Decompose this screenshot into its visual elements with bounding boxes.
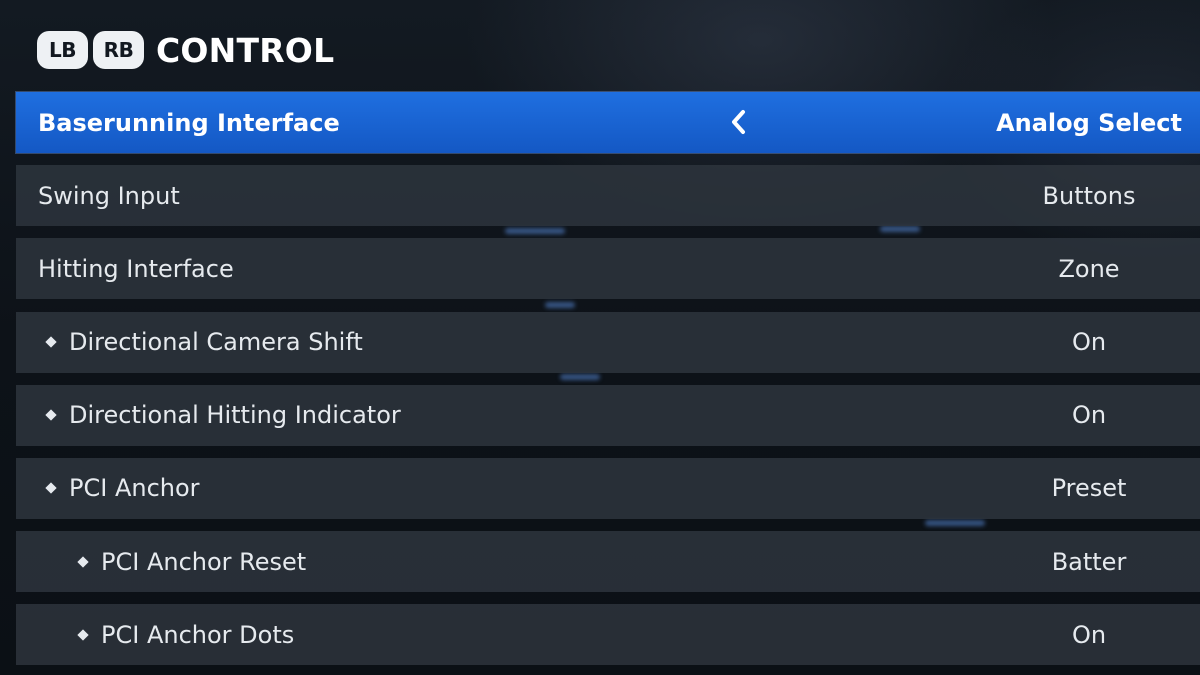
page-title: CONTROL bbox=[156, 30, 335, 70]
setting-row-pci-anchor-dots[interactable]: PCI Anchor Dots On bbox=[16, 604, 1200, 666]
rb-bumper-button[interactable]: RB bbox=[93, 31, 144, 69]
setting-row-pci-anchor[interactable]: PCI Anchor Preset bbox=[16, 457, 1200, 519]
setting-row-directional-camera-shift[interactable]: Directional Camera Shift On bbox=[16, 311, 1200, 373]
setting-label: Baserunning Interface bbox=[38, 108, 340, 137]
setting-row-pci-anchor-reset[interactable]: PCI Anchor Reset Batter bbox=[16, 531, 1200, 593]
diamond-bullet-icon bbox=[45, 336, 57, 348]
diamond-bullet-icon bbox=[45, 482, 57, 495]
setting-row-swing-input[interactable]: Swing Input Buttons bbox=[16, 165, 1200, 227]
setting-label: Directional Camera Shift bbox=[69, 328, 363, 357]
page-header: LB RB CONTROL bbox=[37, 28, 334, 72]
setting-label: Swing Input bbox=[38, 181, 180, 210]
setting-value: Buttons bbox=[1042, 181, 1136, 210]
setting-value: Preset bbox=[1051, 474, 1127, 503]
setting-value: Zone bbox=[1058, 254, 1120, 283]
setting-row-hitting-interface[interactable]: Hitting Interface Zone bbox=[16, 238, 1200, 300]
setting-label: PCI Anchor Reset bbox=[101, 547, 307, 576]
setting-label: PCI Anchor bbox=[69, 474, 200, 503]
setting-label: PCI Anchor Dots bbox=[101, 620, 295, 649]
setting-value: Analog Select bbox=[996, 108, 1182, 137]
setting-value: On bbox=[1071, 620, 1107, 649]
lb-bumper-button[interactable]: LB bbox=[37, 31, 88, 69]
diamond-bullet-icon bbox=[77, 629, 89, 641]
setting-row-directional-hitting-indicator[interactable]: Directional Hitting Indicator On bbox=[16, 384, 1200, 446]
diamond-bullet-icon bbox=[77, 555, 89, 568]
setting-row-baserunning-interface[interactable]: Baserunning Interface Analog Select bbox=[16, 92, 1200, 153]
setting-label: Hitting Interface bbox=[38, 254, 234, 283]
setting-label: Directional Hitting Indicator bbox=[69, 401, 401, 430]
setting-value: On bbox=[1071, 328, 1107, 357]
chevron-left-icon[interactable] bbox=[726, 108, 750, 136]
diamond-bullet-icon bbox=[45, 409, 57, 421]
setting-value: Batter bbox=[1051, 547, 1127, 576]
setting-value: On bbox=[1071, 401, 1107, 430]
settings-list: Baserunning Interface Analog Select Swin… bbox=[16, 92, 1200, 675]
